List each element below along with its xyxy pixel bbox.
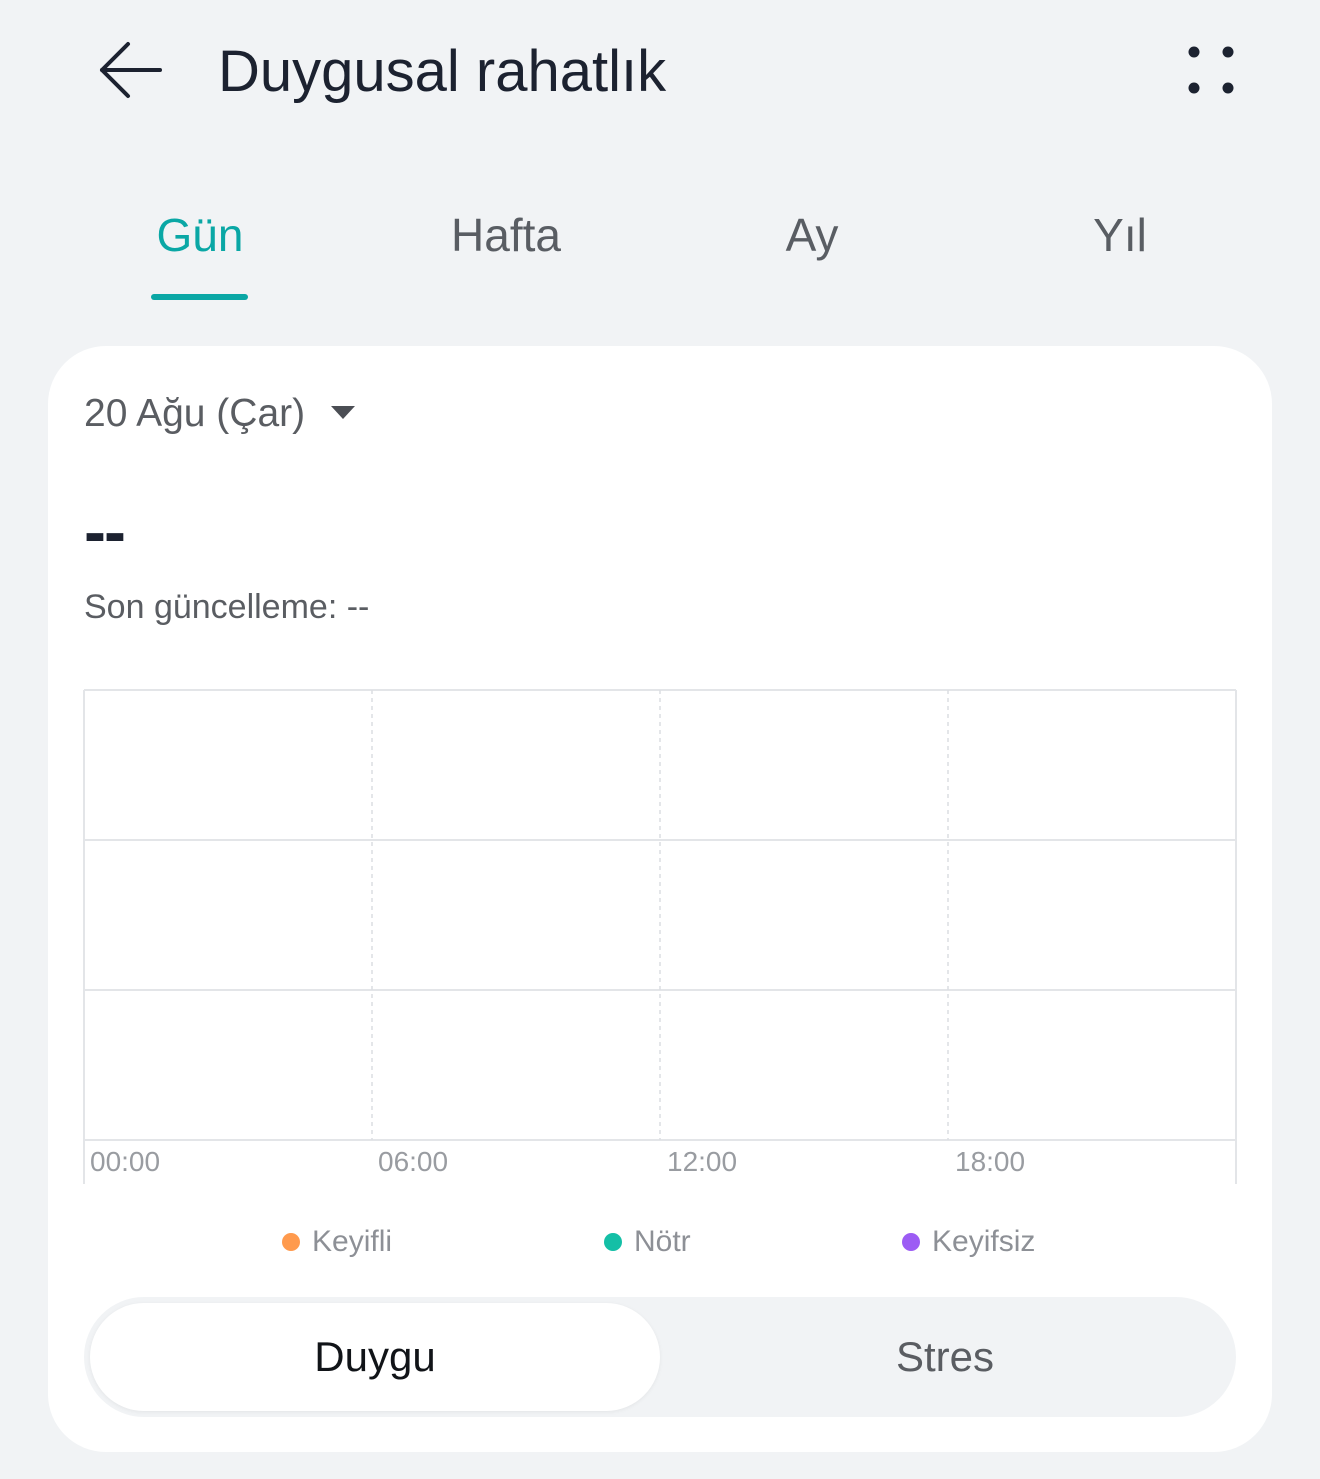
x-tick-label: 12:00 <box>667 1146 738 1177</box>
legend-label: Nötr <box>634 1225 691 1258</box>
segment-emotion[interactable]: Duygu <box>90 1303 660 1411</box>
tab-day[interactable]: Gün <box>100 195 300 305</box>
back-button[interactable] <box>92 35 172 107</box>
page-title: Duygusal rahatlık <box>218 39 667 104</box>
legend-item-keyifsiz: Keyifsiz <box>902 1222 1035 1262</box>
emotion-chart <box>83 689 1237 1184</box>
legend-item-keyifli: Keyifli <box>282 1222 392 1262</box>
app-header: Duygusal rahatlık <box>0 0 1320 150</box>
tab-month[interactable]: Ay <box>712 195 912 305</box>
x-tick-label: 00:00 <box>90 1146 161 1177</box>
legend-label: Keyifsiz <box>932 1225 1036 1258</box>
segment-stress[interactable]: Stres <box>660 1303 1230 1411</box>
emotion-card: 20 Ağu (Çar) -- Son güncelleme: -- 00:00… <box>48 346 1272 1452</box>
orange-dot-icon <box>282 1233 300 1251</box>
tab-week[interactable]: Hafta <box>406 195 606 305</box>
legend-item-notr: Nötr <box>604 1222 691 1262</box>
active-tab-indicator <box>151 294 248 300</box>
arrow-left-icon <box>100 42 162 98</box>
period-tabs: Gün Hafta Ay Yıl <box>0 195 1320 305</box>
x-tick-label: 06:00 <box>378 1146 449 1177</box>
more-button[interactable] <box>1178 40 1244 102</box>
purple-dot-icon <box>902 1233 920 1251</box>
legend-label: Keyifli <box>312 1225 393 1258</box>
x-tick-label: 18:00 <box>955 1146 1026 1177</box>
more-dots-icon <box>1188 46 1234 94</box>
tab-year[interactable]: Yıl <box>1020 195 1220 305</box>
teal-dot-icon <box>604 1233 622 1251</box>
metric-segmented-control: Duygu Stres <box>84 1297 1236 1417</box>
